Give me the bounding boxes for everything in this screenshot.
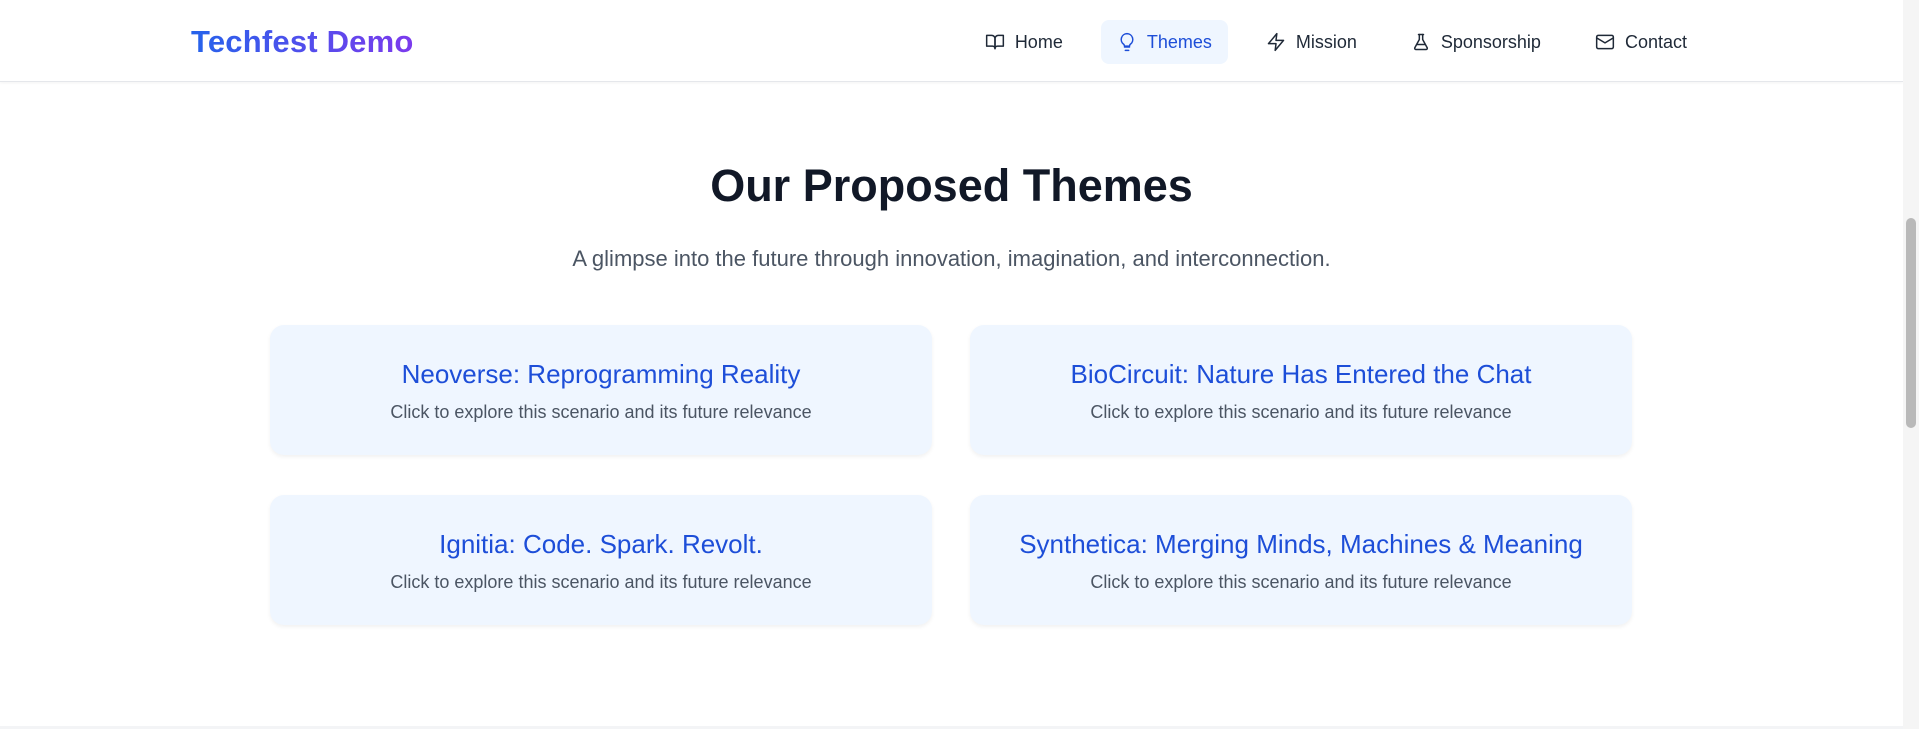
flask-icon [1413,33,1428,51]
nav-item-label: Home [1014,31,1063,52]
mail-icon [1595,34,1615,50]
nav-item-contact[interactable]: Contact [1579,20,1703,64]
theme-card-neoverse[interactable]: Neoverse: Reprogramming Reality Click to… [270,325,932,455]
brand-logo[interactable]: Techfest Demo [191,24,414,60]
book-open-icon [985,34,1004,50]
lightbulb-icon [1120,32,1134,52]
nav-item-label: Contact [1624,31,1687,52]
nav-item-home[interactable]: Home [969,20,1079,64]
main-nav: Home Themes Mission Sponsorship Contact [969,20,1703,64]
theme-card-title: BioCircuit: Nature Has Entered the Chat [1070,359,1532,389]
theme-card-description: Click to explore this scenario and its f… [390,402,812,422]
scrollbar-thumb[interactable] [1906,218,1916,428]
theme-card-biocircuit[interactable]: BioCircuit: Nature Has Entered the Chat … [970,325,1632,455]
section-subtitle: A glimpse into the future through innova… [572,246,1331,271]
nav-item-mission[interactable]: Mission [1250,20,1373,64]
nav-item-sponsorship[interactable]: Sponsorship [1395,20,1557,64]
lightning-icon [1267,32,1285,52]
navbar: Techfest Demo Home Themes Mission Sponso… [0,0,1903,82]
theme-card-title: Synthetica: Merging Minds, Machines & Me… [1019,529,1583,559]
page-scrollbar[interactable] [1903,0,1919,729]
theme-card-description: Click to explore this scenario and its f… [1090,402,1512,422]
theme-card-ignitia[interactable]: Ignitia: Code. Spark. Revolt. Click to e… [270,495,932,625]
nav-item-label: Mission [1295,31,1357,52]
nav-item-themes[interactable]: Themes [1100,20,1228,64]
nav-item-label: Sponsorship [1440,31,1541,52]
theme-card-synthetica[interactable]: Synthetica: Merging Minds, Machines & Me… [970,495,1632,625]
theme-card-title: Neoverse: Reprogramming Reality [401,359,801,389]
theme-card-description: Click to explore this scenario and its f… [1090,572,1512,592]
theme-card-title: Ignitia: Code. Spark. Revolt. [439,529,763,559]
section-title: Our Proposed Themes [710,160,1193,211]
theme-card-description: Click to explore this scenario and its f… [390,572,812,592]
nav-item-label: Themes [1146,31,1212,52]
